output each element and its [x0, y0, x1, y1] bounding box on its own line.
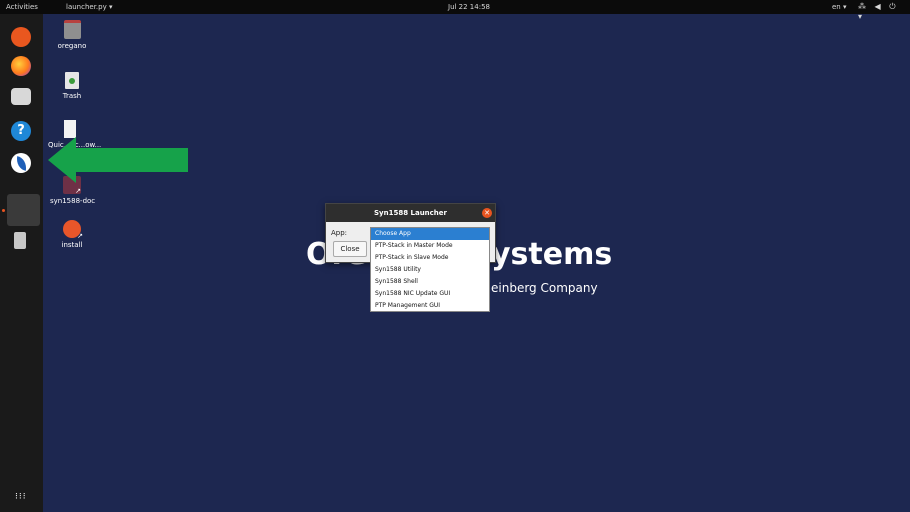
- wallpaper-brand-subtitle: einberg Company: [491, 281, 598, 295]
- running-app-icon[interactable]: [7, 194, 40, 226]
- language-selector[interactable]: en ▾: [832, 3, 846, 11]
- files-icon[interactable]: [11, 88, 31, 105]
- desktop-icon-label: syn1588-doc: [50, 197, 96, 205]
- clock[interactable]: Jul 22 14:58: [448, 3, 490, 11]
- app-menu[interactable]: launcher.py ▾: [66, 3, 112, 11]
- close-icon[interactable]: ✕: [482, 208, 492, 218]
- dropdown-option-ptp-master[interactable]: PTP-Stack in Master Mode: [371, 240, 489, 252]
- help-icon[interactable]: ?: [11, 121, 31, 141]
- document-icon: [64, 120, 76, 138]
- wallpaper-brand-right: ystems: [491, 237, 613, 272]
- dropdown-option-syn1588-utility[interactable]: Syn1588 Utility: [371, 264, 489, 276]
- desktop-icon-label: oregano: [57, 42, 87, 50]
- dropdown-option-choose-app[interactable]: Choose App: [371, 228, 489, 240]
- system-menu[interactable]: ⁂ ◀ ⏻ ▾: [858, 2, 910, 21]
- dropdown-option-ptp-slave[interactable]: PTP-Stack in Slave Mode: [371, 252, 489, 264]
- show-applications-icon[interactable]: ⁝⁝⁝: [15, 493, 29, 509]
- desktop-icon-label: install: [61, 241, 83, 249]
- app-dropdown-list: Choose App PTP-Stack in Master Mode PTP-…: [370, 227, 490, 312]
- green-arrow-icon: [48, 137, 188, 183]
- dropdown-option-ptp-management-gui[interactable]: PTP Management GUI: [371, 300, 489, 312]
- desktop-icon-label: Trash: [62, 92, 82, 100]
- app-label: App:: [331, 229, 348, 237]
- running-indicator: [2, 209, 5, 212]
- folder-icon: [63, 20, 81, 39]
- dialog-title: Syn1588 Launcher: [374, 209, 447, 217]
- desktop-icon-oregano[interactable]: oregano: [52, 20, 92, 50]
- firefox-icon[interactable]: [11, 56, 31, 76]
- close-button[interactable]: Close: [333, 241, 367, 257]
- activities-button[interactable]: Activities: [6, 3, 38, 11]
- desktop-icon-trash[interactable]: Trash: [52, 72, 92, 100]
- usb-drive-icon[interactable]: [14, 232, 26, 249]
- leaf-icon: [14, 156, 29, 171]
- top-bar: Activities launcher.py ▾ Jul 22 14:58 en…: [0, 0, 910, 21]
- desktop-icon-install[interactable]: install: [52, 220, 92, 249]
- dropdown-option-nic-update-gui[interactable]: Syn1588 NIC Update GUI: [371, 288, 489, 300]
- dropdown-option-syn1588-shell[interactable]: Syn1588 Shell: [371, 276, 489, 288]
- dock: ? ⁝⁝⁝: [0, 14, 43, 512]
- ubuntu-software-icon[interactable]: [11, 27, 31, 47]
- trash-icon: [65, 72, 79, 89]
- oregano-launcher-icon[interactable]: [11, 153, 31, 173]
- installer-icon: [63, 220, 83, 240]
- dialog-titlebar[interactable]: Syn1588 Launcher ✕: [326, 204, 495, 222]
